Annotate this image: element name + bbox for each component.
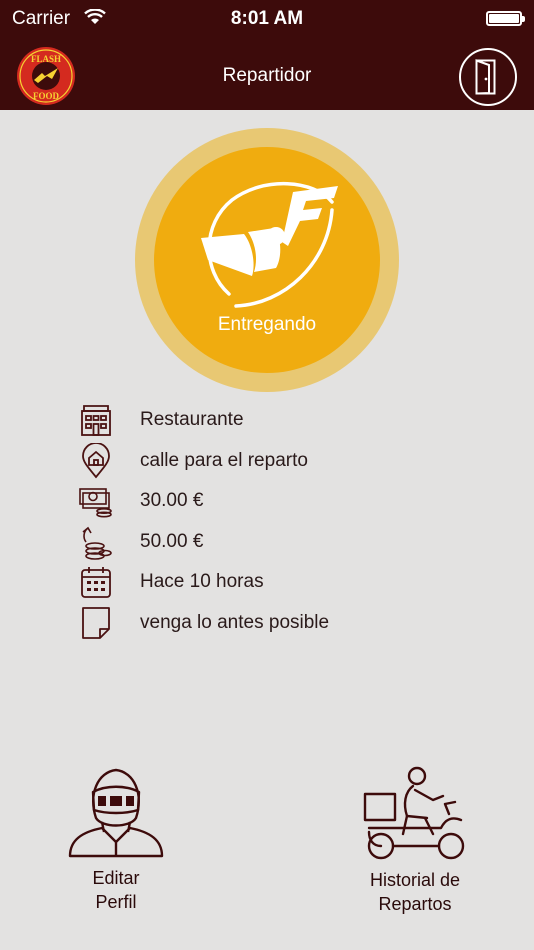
delivery-history-label-line1: Historial de: [369, 870, 461, 890]
detail-restaurant-text: Restaurante: [140, 409, 244, 430]
note-icon: [82, 607, 110, 639]
edit-profile-label-line1: Editar: [92, 868, 140, 888]
app-header: Carrier 8:01 AM FLASH FOOD Repartidor: [0, 0, 534, 110]
svg-text:FLASH: FLASH: [31, 54, 61, 64]
delivery-scooter-icon: [363, 766, 465, 860]
delivery-history-label-line2: Repartos: [378, 894, 452, 914]
detail-note-text: venga lo antes posible: [140, 612, 330, 633]
detail-total: 30.00 €: [78, 483, 498, 519]
edit-profile-button[interactable]: Editar Perfil: [48, 766, 184, 914]
delivery-status-label: Entregando: [217, 314, 317, 335]
detail-total-text: 30.00 €: [140, 490, 204, 511]
detail-address-text: calle para el reparto: [140, 450, 308, 471]
detail-payment: 50.00 €: [78, 524, 498, 560]
detail-payment-text: 50.00 €: [140, 531, 204, 552]
location-pin-icon: [82, 443, 110, 479]
battery-icon: [486, 11, 525, 26]
detail-time: Hace 10 horas: [78, 564, 498, 600]
rider-helmet-icon: [68, 768, 164, 858]
detail-restaurant: Restaurante: [78, 402, 498, 438]
money-bills-icon: [79, 488, 112, 518]
building-icon: [81, 405, 111, 436]
page-title: Repartidor: [222, 65, 312, 86]
svg-text:FOOD: FOOD: [33, 91, 59, 101]
clock: 8:01 AM: [230, 8, 304, 29]
delivery-history-button[interactable]: Historial de Repartos: [352, 766, 478, 916]
detail-address: calle para el reparto: [78, 443, 498, 479]
detail-time-text: Hace 10 horas: [140, 571, 264, 592]
flash-delivery-icon: [201, 181, 338, 308]
edit-profile-label-line2: Perfil: [95, 892, 137, 912]
door-exit-icon: [475, 59, 496, 95]
detail-note: venga lo antes posible: [78, 605, 498, 641]
coins-change-icon: [82, 526, 112, 560]
calendar-icon: [81, 567, 111, 598]
logout-button[interactable]: [459, 48, 517, 106]
status-bar: Carrier 8:01 AM: [0, 0, 534, 36]
